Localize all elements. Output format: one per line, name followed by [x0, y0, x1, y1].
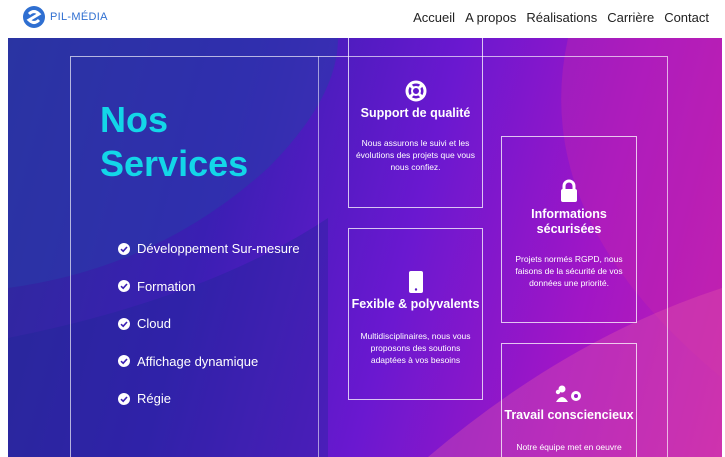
title-line-1: Nos: [100, 99, 169, 140]
card-title-line: sécurisées: [536, 222, 602, 236]
card-text-line: Projets normés RGPD, nous: [515, 254, 623, 264]
card-text-line: Multidisciplinaires, nous vous: [360, 331, 471, 341]
card-title: Fexible & polyvalents: [351, 297, 480, 311]
main-nav: Accueil A propos Réalisations Carrière C…: [413, 10, 709, 25]
check-circle-icon: [118, 392, 130, 405]
logo-text: PIL-MÉDIA: [50, 11, 108, 23]
nav-realisations[interactable]: Réalisations: [526, 10, 597, 25]
service-item: Formation: [118, 268, 300, 306]
service-item: Régie: [118, 380, 300, 418]
nav-a-propos[interactable]: A propos: [465, 10, 516, 25]
check-circle-icon: [118, 242, 130, 255]
check-circle-icon: [118, 355, 130, 368]
card-text-line: nous confiez.: [390, 162, 441, 172]
card-support: Support de qualité Nous assurons le suiv…: [348, 38, 483, 208]
team-gear-icon: [555, 385, 581, 402]
nav-contact[interactable]: Contact: [664, 10, 709, 25]
service-item: Affichage dynamique: [118, 343, 300, 381]
title-line-2: Services: [100, 143, 249, 184]
card-title: Travail consciencieux: [504, 408, 634, 422]
service-label: Cloud: [137, 316, 171, 332]
card-title-line: Informations: [531, 207, 607, 221]
card-title: Support de qualité: [360, 106, 471, 120]
nav-accueil[interactable]: Accueil: [413, 10, 455, 25]
card-text-line: adaptées à vos besoins: [370, 355, 461, 365]
card-text-line: proposons des soutions: [370, 343, 461, 353]
card-text-line: Notre équipe met en oeuvre: [516, 442, 622, 452]
card-text-line: faisons de la sécurité de vos: [515, 266, 623, 276]
card-text-line: Nous assurons le suivi et les: [361, 138, 470, 148]
frame-divider: [318, 56, 319, 457]
mobile-icon: [408, 271, 423, 293]
nav-carriere[interactable]: Carrière: [607, 10, 654, 25]
card-text-line: données une priorité.: [529, 278, 609, 288]
service-label: Formation: [137, 278, 196, 294]
card-security: Informations sécurisées Projets normés R…: [501, 136, 637, 323]
card-flexible: Fexible & polyvalents Multidisciplinaire…: [348, 228, 483, 400]
check-circle-icon: [118, 280, 130, 293]
card-text-line: évolutions des projets que vous: [355, 150, 476, 160]
card-work: Travail consciencieux Notre équipe met e…: [501, 343, 637, 457]
logo-icon: [23, 6, 45, 28]
top-navbar: PIL-MÉDIA Accueil A propos Réalisations …: [0, 0, 725, 38]
lock-icon: [561, 179, 577, 202]
service-item: Développement Sur-mesure: [118, 230, 300, 268]
logo[interactable]: PIL-MÉDIA: [22, 5, 108, 29]
service-label: Régie: [137, 391, 171, 407]
service-label: Affichage dynamique: [137, 353, 259, 369]
check-circle-icon: [118, 317, 130, 330]
services-hero: Nos Services Développement Sur-mesure Fo…: [8, 38, 722, 457]
services-list: Développement Sur-mesure Formation Cloud…: [118, 230, 300, 418]
service-label: Développement Sur-mesure: [137, 241, 300, 257]
service-item: Cloud: [118, 305, 300, 343]
lifebuoy-icon: [405, 80, 426, 102]
section-title: Nos Services: [100, 98, 248, 186]
